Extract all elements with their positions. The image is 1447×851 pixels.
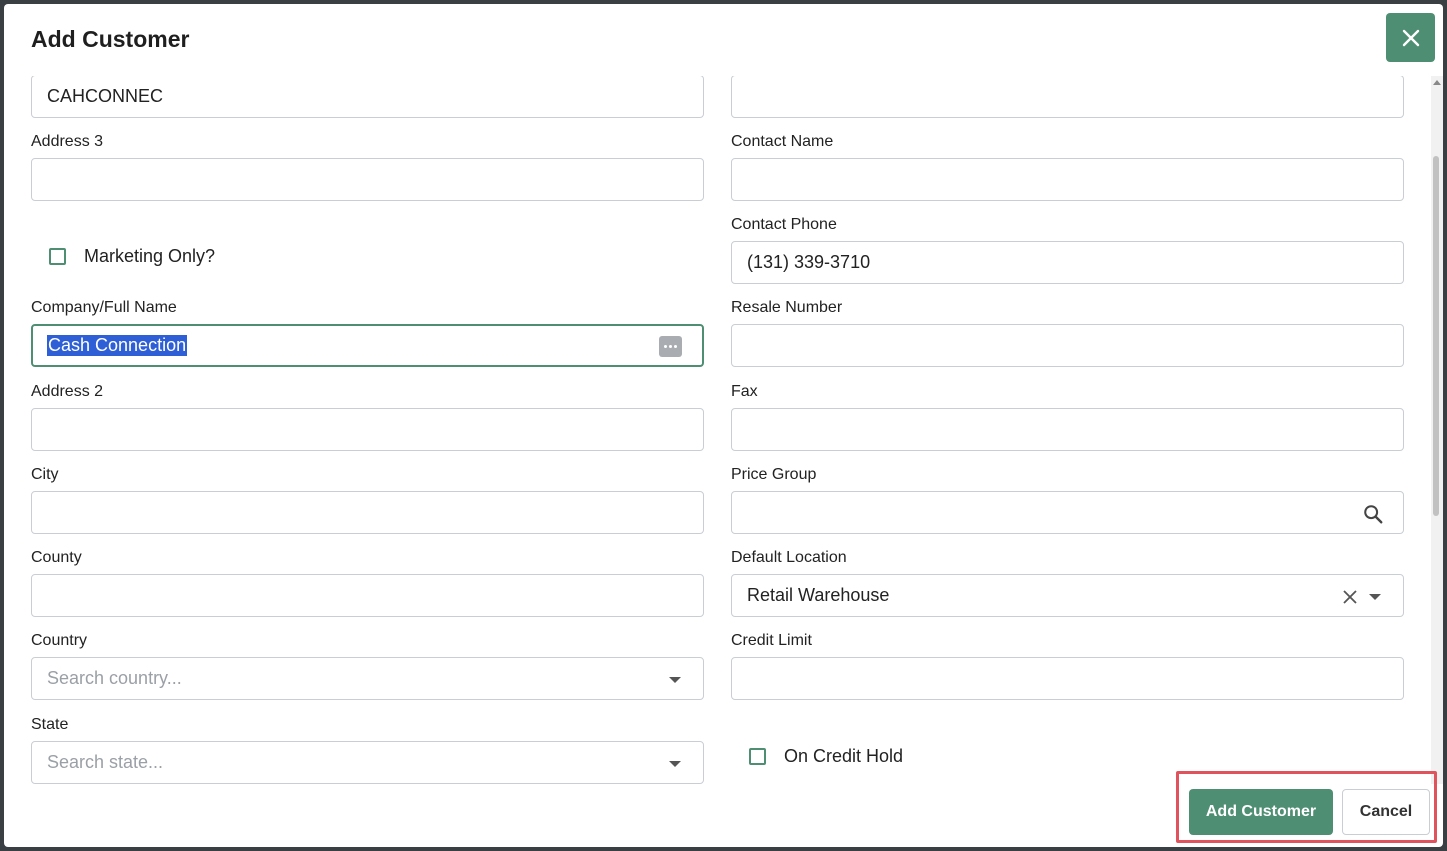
- resale-number-label: Resale Number: [731, 299, 843, 316]
- company-name-value: Cash Connection: [47, 335, 188, 356]
- country-label: Country: [31, 632, 88, 649]
- price-group-label: Price Group: [731, 466, 817, 483]
- country-select[interactable]: Search country...: [31, 657, 704, 700]
- marketing-only-row[interactable]: Marketing Only?: [49, 246, 215, 267]
- on-credit-hold-checkbox[interactable]: [749, 748, 766, 765]
- cancel-button[interactable]: Cancel: [1342, 789, 1430, 835]
- clear-icon[interactable]: [1343, 590, 1357, 604]
- chevron-down-icon[interactable]: [669, 677, 681, 683]
- county-label: County: [31, 549, 82, 566]
- fax-label: Fax: [731, 383, 758, 400]
- marketing-only-label: Marketing Only?: [84, 246, 216, 266]
- default-location-label: Default Location: [731, 549, 847, 566]
- contact-phone-value: (131) 339-3710: [747, 252, 871, 272]
- default-location-value: Retail Warehouse: [747, 585, 890, 605]
- state-select[interactable]: Search state...: [31, 741, 704, 784]
- state-placeholder: Search state...: [47, 752, 164, 772]
- close-button[interactable]: [1386, 13, 1435, 62]
- marketing-only-checkbox[interactable]: [49, 248, 66, 265]
- address2-label: Address 2: [31, 383, 104, 400]
- contact-phone-field[interactable]: (131) 339-3710: [731, 241, 1404, 284]
- resale-number-field[interactable]: [731, 324, 1404, 367]
- city-field[interactable]: [31, 491, 704, 534]
- scrollbar-thumb[interactable]: [1433, 156, 1439, 516]
- address3-label: Address 3: [31, 133, 104, 150]
- country-placeholder: Search country...: [47, 668, 182, 688]
- chevron-down-icon[interactable]: [669, 761, 681, 767]
- address3-field[interactable]: [31, 158, 704, 201]
- close-icon: [1402, 29, 1419, 46]
- scrollbar[interactable]: [1431, 76, 1443, 784]
- on-credit-hold-row[interactable]: On Credit Hold: [749, 746, 903, 767]
- address2-field[interactable]: [31, 408, 704, 451]
- top-right-field[interactable]: [731, 76, 1404, 118]
- contact-name-field[interactable]: [731, 158, 1404, 201]
- contact-name-label: Contact Name: [731, 133, 834, 150]
- on-credit-hold-label: On Credit Hold: [784, 746, 904, 766]
- company-name-label: Company/Full Name: [31, 299, 177, 316]
- chevron-down-icon[interactable]: [1369, 594, 1381, 600]
- add-customer-dialog: Add Customer CAHCONNEC Address 3 Marketi…: [4, 4, 1443, 847]
- credit-limit-label: Credit Limit: [731, 632, 812, 649]
- customer-code-value: CAHCONNEC: [47, 86, 164, 106]
- dialog-title: Add Customer: [31, 26, 190, 52]
- city-label: City: [31, 466, 59, 483]
- state-label: State: [31, 716, 69, 733]
- form-body: CAHCONNEC Address 3 Marketing Only? Comp…: [4, 76, 1432, 786]
- search-icon[interactable]: [1362, 503, 1384, 525]
- credit-limit-field[interactable]: [731, 657, 1404, 700]
- add-customer-button[interactable]: Add Customer: [1189, 789, 1333, 835]
- contact-phone-label: Contact Phone: [731, 216, 837, 233]
- scroll-up-arrow-icon[interactable]: [1433, 80, 1441, 85]
- default-location-select[interactable]: Retail Warehouse: [731, 574, 1404, 617]
- customer-code-field[interactable]: CAHCONNEC: [31, 76, 704, 118]
- fax-field[interactable]: [731, 408, 1404, 451]
- company-name-field[interactable]: Cash Connection: [31, 324, 704, 367]
- county-field[interactable]: [31, 574, 704, 617]
- more-options-button[interactable]: [659, 336, 682, 357]
- price-group-field[interactable]: [731, 491, 1404, 534]
